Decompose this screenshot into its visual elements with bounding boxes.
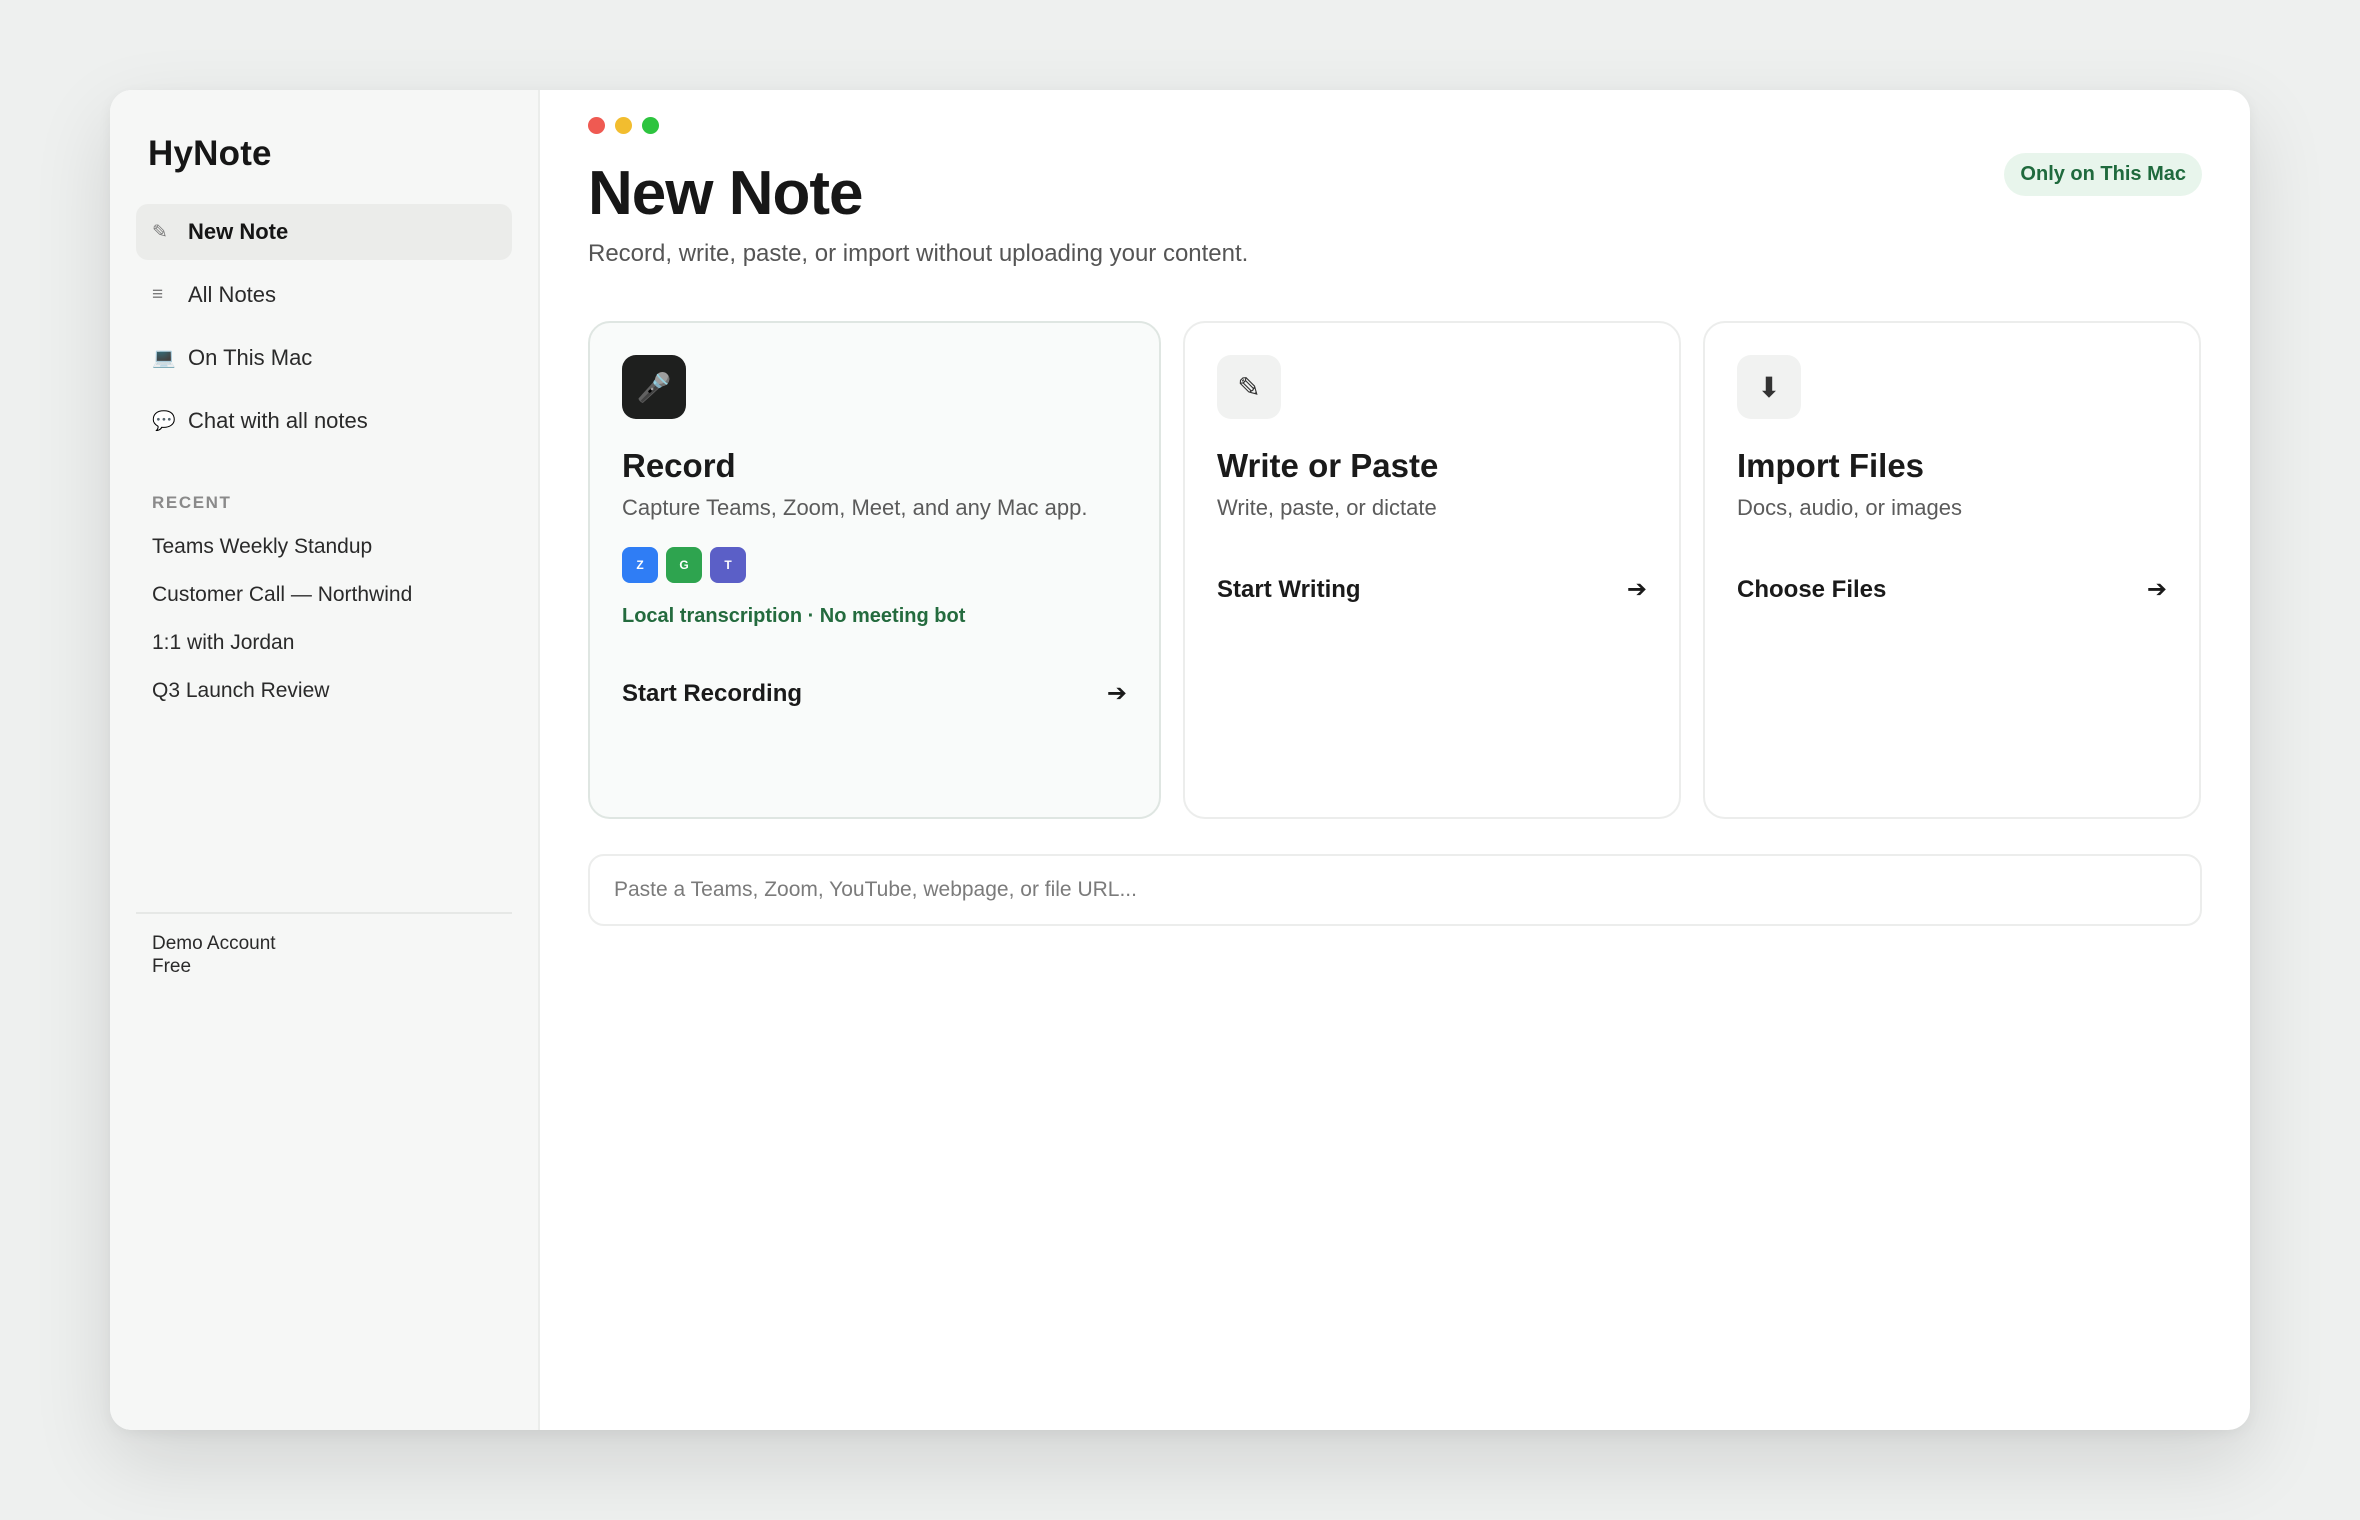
import-card[interactable]: ⬇ Import Files Docs, audio, or images Ch… bbox=[1703, 321, 2201, 819]
arrow-right-icon: ➔ bbox=[1106, 680, 1127, 707]
account-info[interactable]: Demo Account Free bbox=[152, 932, 276, 978]
app-title: HyNote bbox=[148, 134, 272, 173]
sidebar-divider bbox=[136, 912, 512, 914]
sidebar-item-label: On This Mac bbox=[188, 345, 313, 370]
account-plan: Free bbox=[152, 956, 192, 977]
pencil-icon: ✎ bbox=[1217, 355, 1281, 419]
sidebar-item-all-notes[interactable]: ≡ All Notes bbox=[136, 267, 512, 323]
recent-note-item[interactable]: 1:1 with Jordan bbox=[136, 619, 512, 667]
sidebar-item-chat-with-all-notes[interactable]: 💬 Chat with all notes bbox=[136, 393, 512, 449]
supported-apps: Z G T bbox=[622, 547, 1127, 583]
sidebar: HyNote ✎ New Note ≡ All Notes 💻 On This … bbox=[110, 90, 540, 1430]
download-icon: ⬇ bbox=[1737, 355, 1801, 419]
url-input[interactable] bbox=[588, 854, 2202, 926]
list-icon: ≡ bbox=[152, 284, 164, 305]
action-cards: 🎤 Record Capture Teams, Zoom, Meet, and … bbox=[588, 321, 2202, 819]
card-description: Capture Teams, Zoom, Meet, and any Mac a… bbox=[622, 495, 1088, 520]
card-description: Docs, audio, or images bbox=[1737, 495, 1962, 520]
recent-note-item[interactable]: Customer Call — Northwind bbox=[136, 571, 512, 619]
action-label: Start Recording bbox=[622, 679, 803, 707]
sidebar-item-label: New Note bbox=[188, 219, 289, 244]
record-card[interactable]: 🎤 Record Capture Teams, Zoom, Meet, and … bbox=[588, 321, 1161, 819]
card-description: Write, paste, or dictate bbox=[1217, 495, 1437, 520]
privacy-badge: Only on This Mac bbox=[2004, 153, 2202, 196]
card-title: Import Files bbox=[1737, 447, 1925, 484]
sidebar-item-on-this-mac[interactable]: 💻 On This Mac bbox=[136, 330, 512, 386]
recent-heading: RECENT bbox=[152, 493, 232, 512]
page-subtitle: Record, write, paste, or import without … bbox=[588, 240, 1249, 267]
start-recording-button[interactable]: Start Recording ➔ bbox=[622, 679, 1127, 708]
start-writing-button[interactable]: Start Writing ➔ bbox=[1217, 575, 1647, 604]
arrow-right-icon: ➔ bbox=[2146, 576, 2167, 603]
write-card[interactable]: ✎ Write or Paste Write, paste, or dictat… bbox=[1183, 321, 1681, 819]
recent-note-item[interactable]: Teams Weekly Standup bbox=[136, 523, 512, 571]
page-title: New Note bbox=[588, 159, 863, 228]
action-label: Start Writing bbox=[1217, 575, 1361, 603]
sidebar-item-label: All Notes bbox=[188, 282, 277, 307]
chat-bubble-icon: 💬 bbox=[152, 411, 176, 432]
sidebar-item-label: Chat with all notes bbox=[188, 408, 368, 433]
zoom-window-button[interactable] bbox=[642, 117, 659, 134]
action-label: Choose Files bbox=[1737, 575, 1887, 603]
record-privacy-note: Local transcription · No meeting bot bbox=[622, 605, 966, 627]
close-window-button[interactable] bbox=[588, 117, 605, 134]
sidebar-item-new-note[interactable]: ✎ New Note bbox=[136, 204, 512, 260]
window-controls bbox=[588, 117, 659, 134]
minimize-window-button[interactable] bbox=[615, 117, 632, 134]
laptop-icon: 💻 bbox=[152, 348, 176, 369]
recent-note-item[interactable]: Q3 Launch Review bbox=[136, 667, 512, 715]
account-name: Demo Account bbox=[152, 933, 276, 954]
microphone-icon: 🎤 bbox=[622, 355, 686, 419]
zoom-app-icon: Z bbox=[622, 547, 658, 583]
choose-files-button[interactable]: Choose Files ➔ bbox=[1737, 575, 2167, 604]
app-window: HyNote ✎ New Note ≡ All Notes 💻 On This … bbox=[110, 90, 2250, 1430]
arrow-right-icon: ➔ bbox=[1626, 576, 1647, 603]
pencil-icon: ✎ bbox=[152, 221, 168, 243]
card-title: Write or Paste bbox=[1217, 447, 1439, 484]
teams-app-icon: T bbox=[710, 547, 746, 583]
main-content: New Note Record, write, paste, or import… bbox=[540, 90, 2250, 1430]
card-title: Record bbox=[622, 447, 736, 484]
google-meet-app-icon: G bbox=[666, 547, 702, 583]
